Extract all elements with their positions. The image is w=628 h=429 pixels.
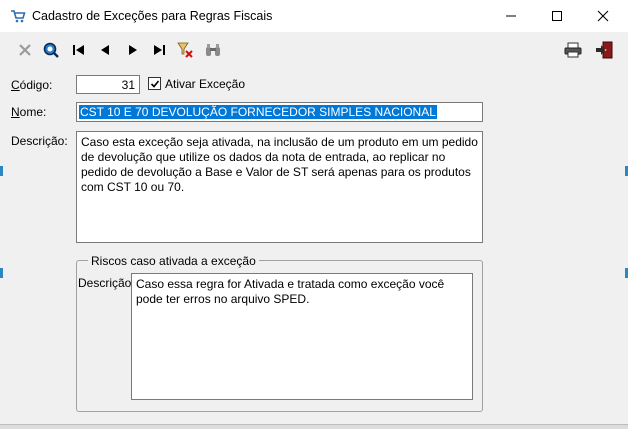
close-icon xyxy=(597,10,609,22)
ativar-excecao-checkbox[interactable] xyxy=(148,77,161,90)
exit-button[interactable] xyxy=(594,40,616,60)
cart-icon xyxy=(10,8,26,24)
riscos-group-title: Riscos caso ativada a exceção xyxy=(88,254,259,268)
first-record-icon xyxy=(73,45,84,55)
first-record-button[interactable] xyxy=(68,40,90,60)
search-button[interactable] xyxy=(40,40,62,60)
clear-filter-button[interactable] xyxy=(174,40,196,60)
print-icon xyxy=(564,42,582,58)
exit-icon xyxy=(596,41,613,59)
clear-filter-icon xyxy=(177,42,193,58)
last-record-icon xyxy=(154,45,165,55)
nome-label: Nome: xyxy=(11,105,47,119)
close-button[interactable] xyxy=(580,0,626,32)
nome-input[interactable]: CST 10 E 70 DEVOLUÇÃO FORNECEDOR SIMPLES… xyxy=(76,102,483,122)
left-edge-marker xyxy=(0,166,3,176)
window-title: Cadastro de Exceções para Regras Fiscais xyxy=(32,9,273,23)
print-button[interactable] xyxy=(562,40,584,60)
search-icon xyxy=(43,42,59,58)
descricao-label: Descrição: xyxy=(11,134,68,148)
checkmark-icon xyxy=(150,80,160,88)
minimize-icon xyxy=(506,15,516,17)
maximize-button[interactable] xyxy=(534,0,580,32)
last-record-button[interactable] xyxy=(148,40,170,60)
previous-record-button[interactable] xyxy=(94,40,116,60)
riscos-descricao-textarea[interactable]: Caso essa regra for Ativada e tratada co… xyxy=(131,273,473,400)
codigo-input[interactable]: 31 xyxy=(76,75,140,94)
toolbar xyxy=(0,32,628,68)
codigo-label: Código: xyxy=(11,78,53,92)
riscos-descricao-label: Descrição: xyxy=(78,276,135,290)
status-bar xyxy=(0,424,628,429)
previous-record-icon xyxy=(101,45,109,55)
maximize-icon xyxy=(552,11,562,21)
dialog-window: Cadastro de Exceções para Regras Fiscais xyxy=(0,0,628,429)
ativar-excecao-label: Ativar Exceção xyxy=(165,77,246,91)
binoculars-button[interactable] xyxy=(202,40,224,60)
cancel-icon xyxy=(19,44,31,56)
binoculars-icon xyxy=(206,44,220,56)
title-bar[interactable]: Cadastro de Exceções para Regras Fiscais xyxy=(0,0,628,32)
cancel-button[interactable] xyxy=(14,40,36,60)
nome-value-selected: CST 10 E 70 DEVOLUÇÃO FORNECEDOR SIMPLES… xyxy=(79,105,437,119)
minimize-button[interactable] xyxy=(488,0,534,32)
next-record-button[interactable] xyxy=(122,40,144,60)
left-edge-marker xyxy=(0,268,3,278)
next-record-icon xyxy=(129,45,137,55)
descricao-textarea[interactable]: Caso esta exceção seja ativada, na inclu… xyxy=(76,131,483,243)
